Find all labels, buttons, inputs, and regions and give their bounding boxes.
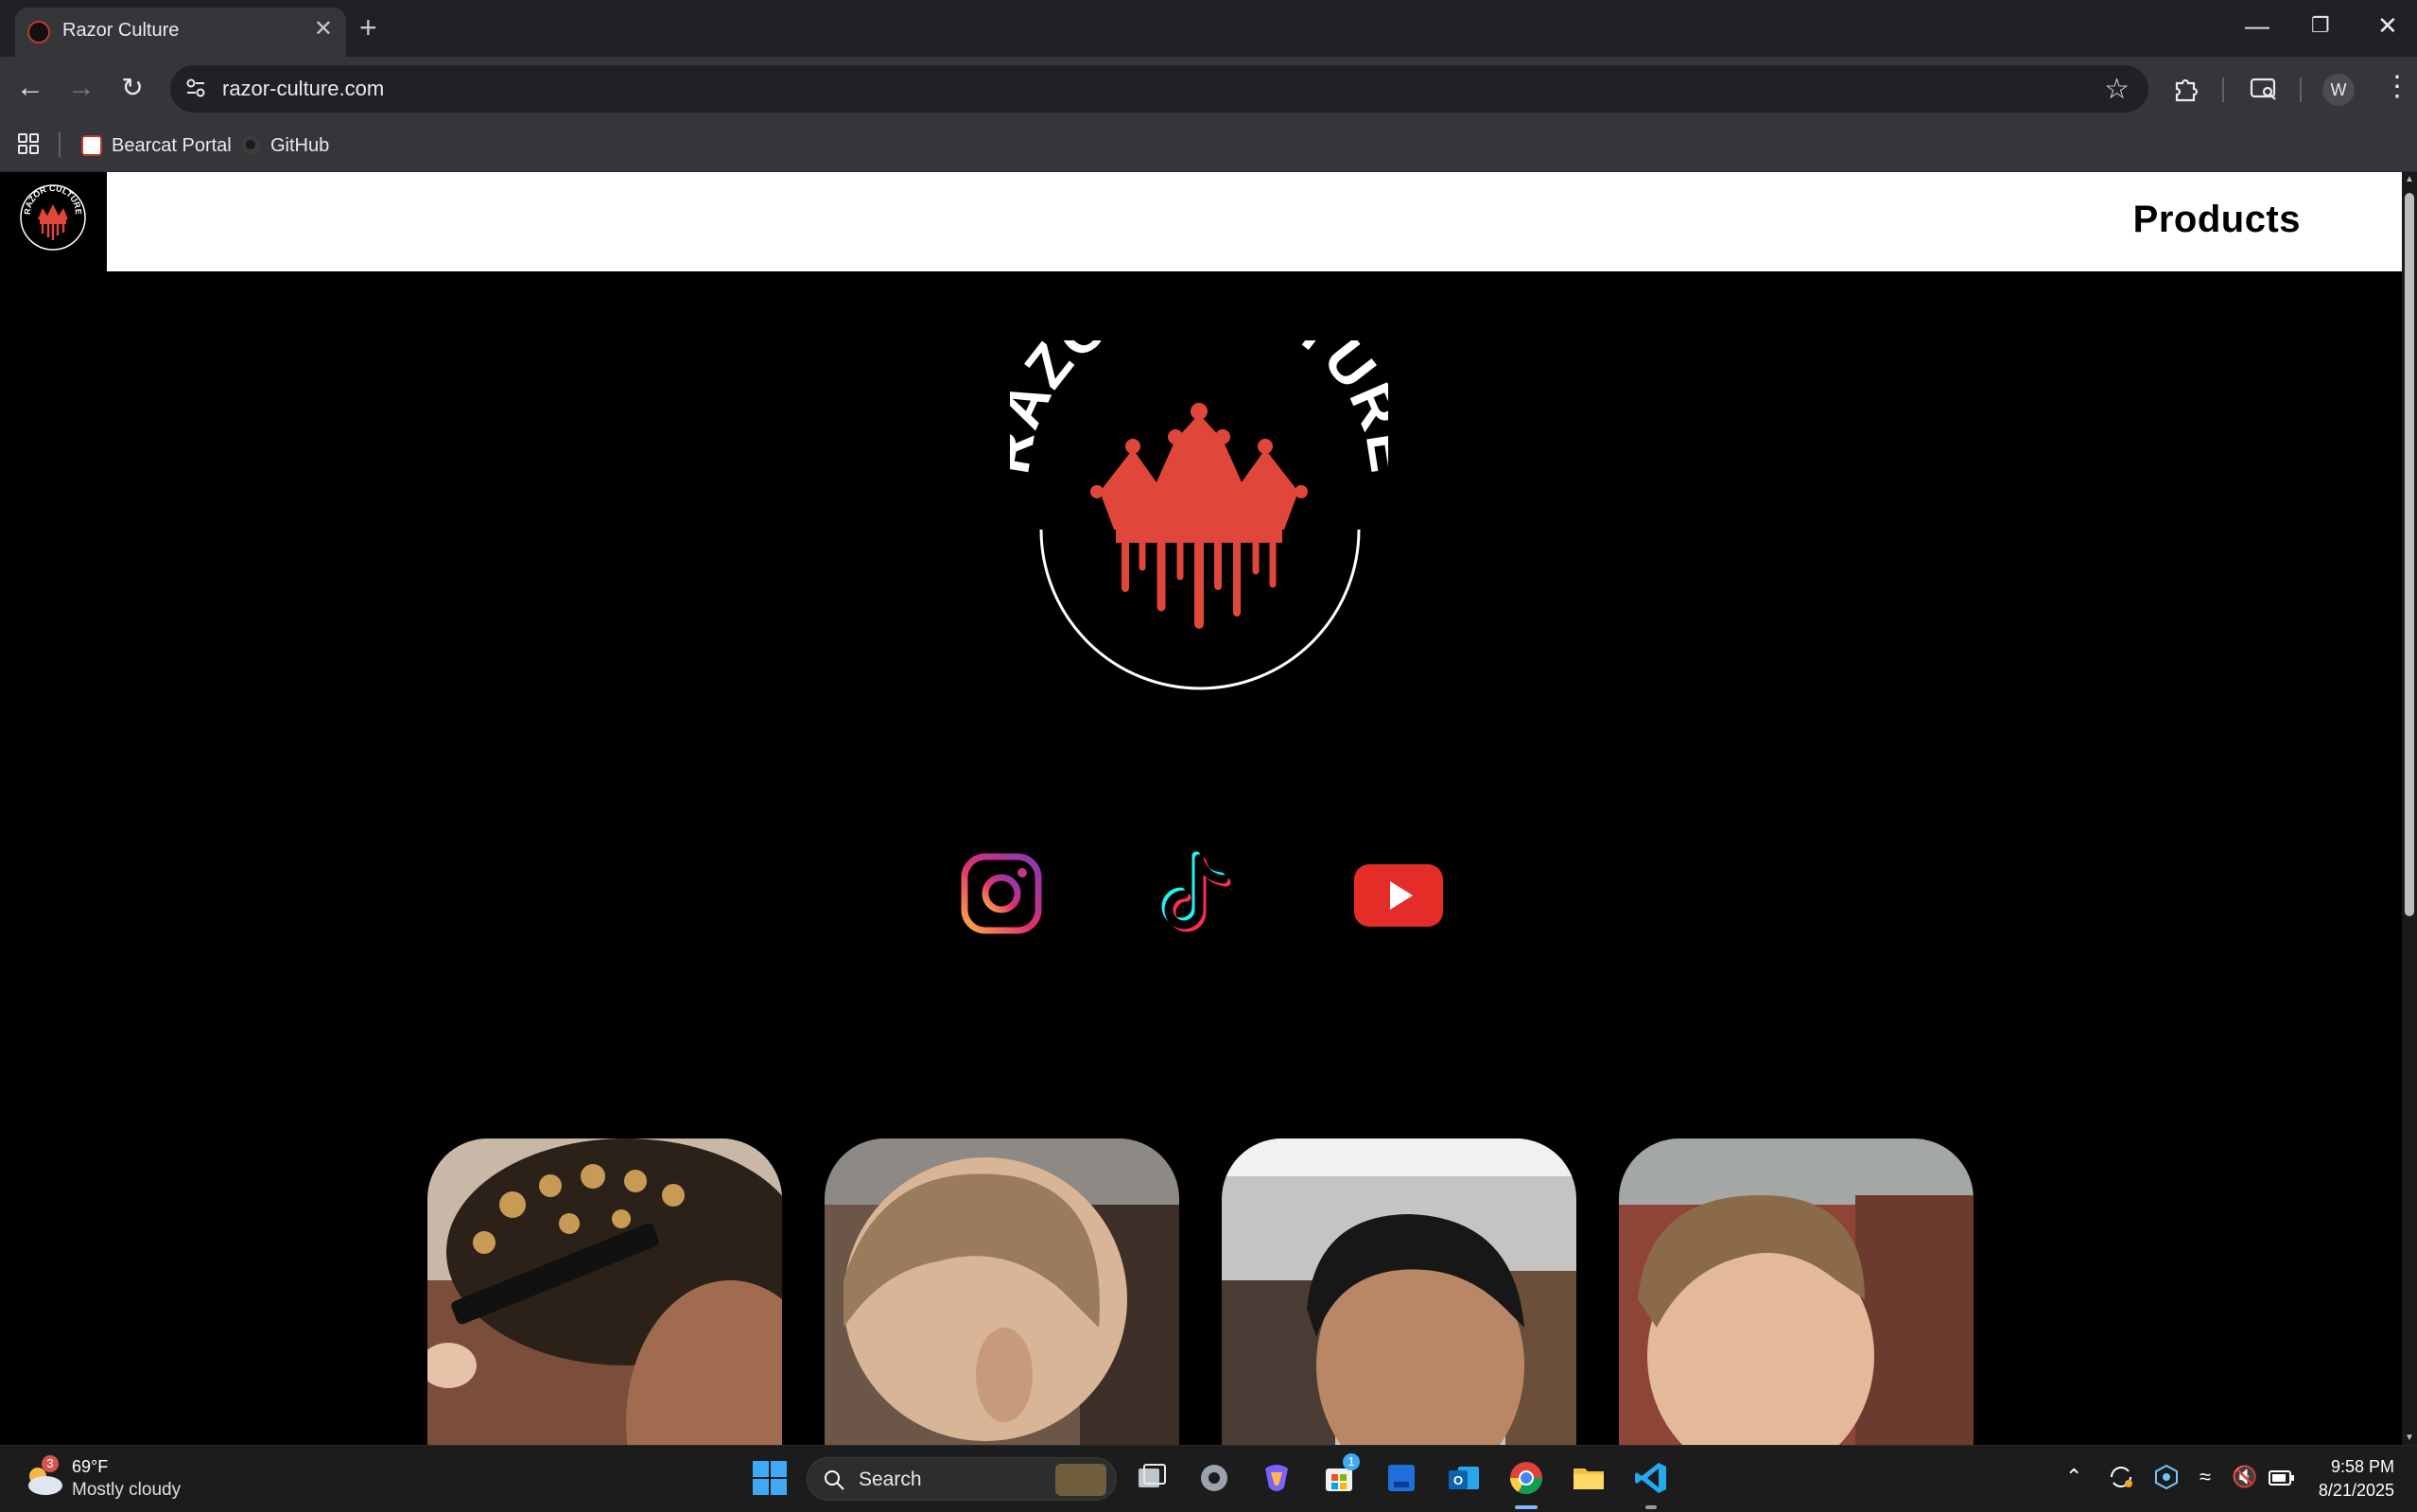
chrome-menu-icon[interactable]: ⋮ bbox=[2383, 70, 2411, 104]
task-view-icon[interactable] bbox=[1133, 1459, 1171, 1497]
back-button[interactable]: ← bbox=[11, 69, 49, 107]
settings-icon[interactable] bbox=[1195, 1459, 1233, 1497]
bookmarks-divider bbox=[59, 132, 61, 157]
store-notification-badge: 1 bbox=[1343, 1453, 1360, 1470]
windows-start-icon[interactable] bbox=[751, 1459, 789, 1497]
bookmark-star-icon[interactable]: ☆ bbox=[2104, 73, 2130, 106]
web-page: RAZOR CULTURE Products RAZOR CULTURE bbox=[0, 172, 2402, 1445]
weather-widget[interactable]: 3 69°F Mostly cloudy bbox=[23, 1453, 212, 1506]
browser-toolbar: ← → ↻ razor-culture.com ☆ W ⋮ bbox=[0, 57, 2417, 121]
clock-date: 8/21/2025 bbox=[2318, 1481, 2394, 1500]
close-window-button[interactable]: ✕ bbox=[2377, 11, 2398, 40]
instagram-icon[interactable] bbox=[961, 853, 1042, 934]
clock-time: 9:58 PM bbox=[2330, 1457, 2394, 1476]
file-explorer-icon[interactable] bbox=[1570, 1459, 1608, 1497]
network-app-icon[interactable] bbox=[2152, 1463, 2181, 1491]
muted-volume-icon[interactable]: 🔇 bbox=[2232, 1465, 2257, 1489]
tiktok-icon[interactable] bbox=[1157, 851, 1239, 940]
copilot-icon[interactable] bbox=[1258, 1459, 1295, 1497]
toolbar-divider bbox=[2300, 78, 2302, 102]
profile-avatar[interactable]: W bbox=[2322, 74, 2355, 106]
gallery-photo-mullet-fade[interactable] bbox=[825, 1138, 1179, 1445]
chrome-active-indicator bbox=[1515, 1505, 1538, 1509]
new-tab-button[interactable]: + bbox=[359, 12, 377, 43]
tab-title: Razor Culture bbox=[62, 20, 180, 41]
scroll-up-arrow[interactable]: ▲ bbox=[2404, 174, 2415, 184]
show-hidden-icons-chevron[interactable]: ⌃ bbox=[2065, 1465, 2082, 1489]
gallery-photo-curly-fade[interactable] bbox=[427, 1138, 782, 1445]
restore-button[interactable]: ❐ bbox=[2311, 11, 2330, 40]
svg-text:O: O bbox=[1453, 1473, 1463, 1487]
bookmark-label: Bearcat Portal bbox=[112, 134, 232, 156]
tab-strip: Razor Culture ✕ + — ❐ ✕ bbox=[0, 0, 2417, 57]
toolbar-divider bbox=[2222, 78, 2224, 102]
search-icon bbox=[825, 1470, 844, 1490]
extensions-icon[interactable] bbox=[2171, 74, 2201, 104]
youtube-icon[interactable] bbox=[1354, 864, 1443, 927]
close-tab-icon[interactable]: ✕ bbox=[314, 18, 333, 41]
system-clock[interactable]: 9:58 PM 8/21/2025 bbox=[2319, 1455, 2394, 1503]
github-icon bbox=[241, 136, 260, 155]
gallery-photo-taper-fade[interactable] bbox=[1222, 1138, 1576, 1445]
browser-tab[interactable]: Razor Culture ✕ bbox=[15, 8, 346, 57]
wifi-icon[interactable]: ≈ bbox=[2200, 1465, 2211, 1489]
bookmarks-bar: Bearcat Portal GitHub bbox=[0, 121, 2417, 172]
site-info-icon[interactable] bbox=[183, 76, 208, 100]
battery-icon[interactable] bbox=[2268, 1467, 2296, 1489]
page-scrollbar[interactable]: ▲ ▼ bbox=[2402, 172, 2417, 1445]
tab-search-icon[interactable] bbox=[2249, 74, 2279, 104]
header-logo[interactable]: RAZOR CULTURE bbox=[17, 182, 89, 253]
site-header: Products bbox=[107, 172, 2402, 271]
url-text[interactable]: razor-culture.com bbox=[222, 77, 384, 101]
bookmark-label: GitHub bbox=[270, 134, 330, 156]
scroll-thumb[interactable] bbox=[2405, 193, 2414, 916]
weather-desc: Mostly cloudy bbox=[72, 1480, 182, 1500]
search-label: Search bbox=[859, 1469, 922, 1490]
forward-button[interactable]: → bbox=[62, 69, 100, 107]
bookmark-bearcat-portal[interactable]: Bearcat Portal bbox=[81, 132, 232, 159]
products-nav-link[interactable]: Products bbox=[2133, 199, 2301, 241]
todo-app-icon[interactable] bbox=[1382, 1459, 1420, 1497]
vscode-running-indicator bbox=[1645, 1505, 1657, 1509]
vscode-icon[interactable] bbox=[1632, 1459, 1670, 1497]
sync-icon[interactable] bbox=[2107, 1463, 2135, 1491]
search-highlight-image bbox=[1055, 1464, 1106, 1496]
reload-button[interactable]: ↻ bbox=[113, 69, 151, 107]
address-bar[interactable]: razor-culture.com ☆ bbox=[170, 65, 2148, 113]
bearcat-portal-favicon bbox=[81, 135, 102, 156]
taskbar-search[interactable]: Search bbox=[807, 1457, 1117, 1501]
weather-alert-badge: 3 bbox=[42, 1455, 59, 1472]
chrome-icon[interactable] bbox=[1507, 1459, 1545, 1497]
razor-culture-hero-logo: RAZOR CULTURE bbox=[1010, 340, 1388, 690]
outlook-icon[interactable]: O bbox=[1445, 1459, 1483, 1497]
windows-taskbar: 3 69°F Mostly cloudy Search 1 O ⌃ ≈ 🔇 9:… bbox=[0, 1445, 2417, 1512]
apps-grid-icon[interactable] bbox=[17, 132, 40, 155]
scroll-down-arrow[interactable]: ▼ bbox=[2404, 1433, 2415, 1443]
bookmark-github[interactable]: GitHub bbox=[240, 132, 329, 159]
weather-temp: 69°F bbox=[72, 1457, 109, 1476]
razor-culture-favicon bbox=[27, 21, 50, 43]
minimize-button[interactable]: — bbox=[2245, 11, 2269, 40]
gallery-photo-textured-fade[interactable] bbox=[1619, 1138, 1974, 1445]
